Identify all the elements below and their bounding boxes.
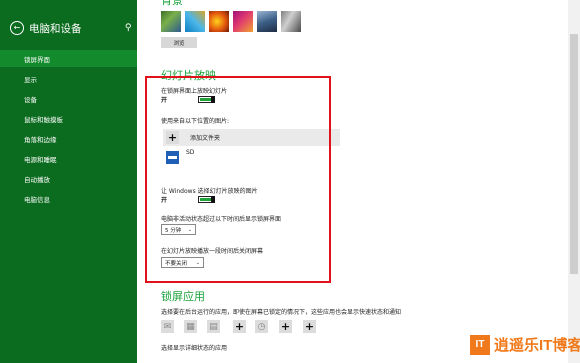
sidebar-item-corners-edges[interactable]: 角落和边缘 [0,130,137,147]
sidebar-item-display[interactable]: 显示 [0,70,137,87]
alarm-app-slot[interactable]: ◷ [255,320,268,333]
vertical-scrollbar[interactable] [568,0,580,363]
logo-badge: IT [470,334,490,355]
add-folder-label: 添加文件夹 [190,135,221,142]
plus-icon: + [166,131,179,144]
detailed-status-label: 选择显示详细状态的应用 [161,345,228,352]
background-thumbnail-5[interactable] [257,11,277,32]
add-app-slot-3[interactable]: + [303,320,316,333]
back-button[interactable]: ← [10,21,24,35]
sidebar-item-pc-info[interactable]: 电脑信息 [0,190,137,207]
scrollbar-thumb[interactable] [570,34,578,274]
calendar-app-slot[interactable]: ▦ [184,320,197,333]
sidebar-item-lockscreen[interactable]: 锁屏界面 [0,50,137,67]
slideshow-play-label: 在锁屏界面上放映幻灯片 [161,88,228,95]
search-icon[interactable]: ⚲ [125,23,132,33]
windows-choose-label: 让 Windows 选择幻灯片放映的图片 [161,188,258,195]
slideshow-heading: 幻灯片放映 [161,69,216,82]
sd-source-item[interactable]: SD [166,149,195,164]
lockscreen-apps-description: 选择要在后台运行的应用，即使在屏幕已锁定的情况下，这些应用也会显示快速状态和通知 [161,309,402,316]
alarm-icon: ◷ [257,321,266,332]
sidebar-item-label: 电源和睡眠 [24,155,57,164]
logo-text: 逍遥乐IT博客 [494,337,580,354]
sidebar-item-autoplay[interactable]: 自动播放 [0,170,137,187]
background-thumbnail-6[interactable] [281,11,301,32]
background-heading: 背景 [161,0,183,7]
sd-label: SD [186,149,195,156]
sidebar-item-mouse-touchpad[interactable]: 鼠标和触摸板 [0,110,137,127]
calendar-icon: ▦ [186,321,195,332]
main-content: 背景 浏览 幻灯片放映 在锁屏界面上放映幻灯片 开 使用来自以下位置的图片: +… [137,0,568,363]
inactive-time-label: 电脑非活动状态超过以下时间后显示锁屏界面 [161,216,282,223]
sidebar-item-label: 显示 [24,75,37,84]
screen-off-dropdown[interactable]: 不要关闭 ⌄ [161,257,204,268]
sidebar-header: ← 电脑和设备 ⚲ [10,20,132,36]
sidebar-title: 电脑和设备 [29,22,82,35]
windows-choose-state: 开 [161,197,168,204]
plus-glyph: + [167,131,178,144]
background-thumbnail-1[interactable] [161,11,181,32]
back-arrow-icon: ← [13,23,21,32]
sidebar: ← 电脑和设备 ⚲ 锁屏界面 显示 设备 鼠标和触摸板 角落和边缘 电源和睡眠 … [0,0,137,363]
slideshow-play-toggle[interactable] [198,96,215,103]
background-thumbnail-3[interactable] [209,11,229,32]
windows-choose-toggle[interactable] [198,196,215,203]
background-thumbnail-4[interactable] [233,11,253,32]
browse-button[interactable]: 浏览 [161,37,197,48]
inactive-time-dropdown[interactable]: 5 分钟 ⌄ [161,224,196,235]
watermark-logo: IT 逍遥乐IT博客 [470,334,580,355]
sidebar-item-label: 设备 [24,95,37,104]
mail-icon: ✉ [163,321,172,332]
image-source-label: 使用来自以下位置的图片: [161,118,230,125]
add-app-slot-1[interactable]: + [233,320,246,333]
sidebar-item-label: 自动播放 [24,175,50,184]
slideshow-play-state: 开 [161,97,168,104]
sidebar-item-label: 电脑信息 [24,195,50,204]
windows-choose-row: 开 [161,195,215,204]
sidebar-item-power-sleep[interactable]: 电源和睡眠 [0,150,137,167]
sidebar-item-label: 鼠标和触摸板 [24,115,63,124]
sidebar-item-label: 锁屏界面 [24,55,50,64]
background-thumbnail-2[interactable] [185,11,205,32]
slideshow-play-row: 开 [161,95,215,104]
add-folder-button[interactable]: + 添加文件夹 [163,129,340,146]
message-icon: ▤ [209,321,218,332]
chevron-down-icon: ⌄ [187,226,192,233]
plus-icon: + [280,320,291,333]
sd-card-icon [166,151,179,164]
plus-icon: + [234,320,245,333]
screen-off-value: 不要关闭 [165,260,188,267]
plus-icon: + [304,320,315,333]
lockscreen-apps-heading: 锁屏应用 [161,290,205,303]
screen-off-label: 在幻灯片放映播放一段时间后关闭屏幕 [161,248,264,255]
messaging-app-slot[interactable]: ▤ [207,320,220,333]
sidebar-item-devices[interactable]: 设备 [0,90,137,107]
mail-app-slot[interactable]: ✉ [161,320,174,333]
add-app-slot-2[interactable]: + [279,320,292,333]
inactive-time-value: 5 分钟 [165,227,182,234]
chevron-down-icon: ⌄ [195,259,200,266]
sidebar-item-label: 角落和边缘 [24,135,57,144]
